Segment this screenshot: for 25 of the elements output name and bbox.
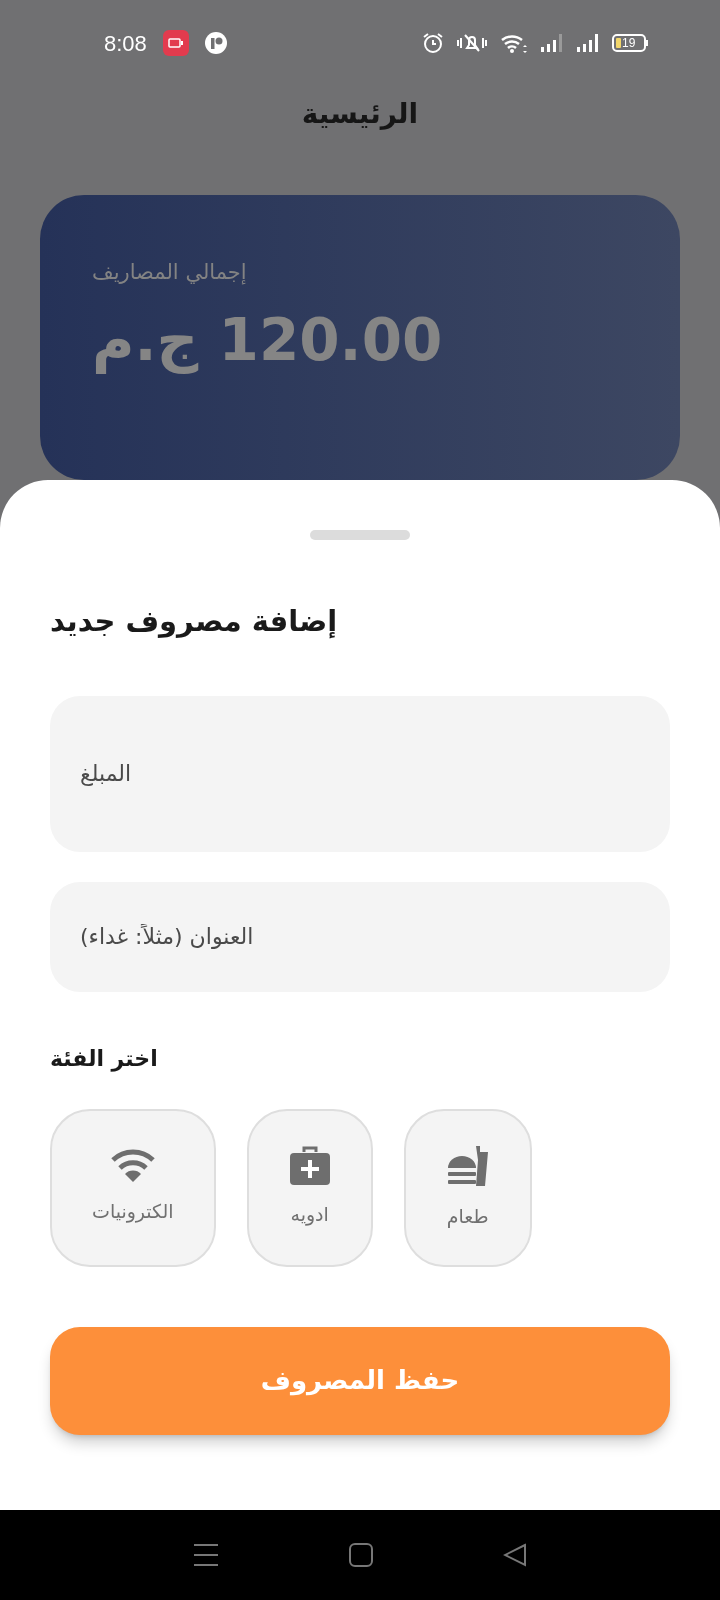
menu-icon[interactable] — [193, 1543, 219, 1567]
page-title: الرئيسية — [301, 95, 419, 132]
sheet-title: إضافة مصروف جديد — [50, 603, 338, 641]
input-field[interactable]: المبلغ — [50, 695, 670, 852]
category-chip[interactable]: طعام — [403, 1108, 532, 1267]
back-icon[interactable] — [503, 1543, 527, 1567]
category-label: اختر الفئة — [50, 1044, 158, 1074]
total-amount: 120.00 ج.م — [92, 305, 443, 377]
wifi-icon — [500, 32, 528, 55]
signal-icon — [540, 32, 564, 55]
app-icon — [204, 32, 227, 55]
screen-record-icon — [162, 30, 189, 57]
category-chip[interactable]: الكترونيات — [50, 1108, 216, 1267]
home-icon[interactable] — [349, 1543, 373, 1567]
save-button[interactable]: حفظ المصروف — [50, 1326, 670, 1435]
burger-drink-icon — [445, 1144, 490, 1189]
first-aid-kit-icon — [288, 1146, 331, 1187]
wifi-icon — [109, 1149, 156, 1184]
status-time: 8:08 — [104, 29, 147, 58]
battery-icon: 19 — [612, 34, 648, 53]
category-chip[interactable]: ادويه — [246, 1108, 373, 1267]
alarm-icon — [422, 32, 444, 55]
drag-handle[interactable] — [310, 530, 410, 540]
total-label: إجمالي المصاريف — [92, 258, 247, 287]
signal-icon — [576, 32, 600, 55]
